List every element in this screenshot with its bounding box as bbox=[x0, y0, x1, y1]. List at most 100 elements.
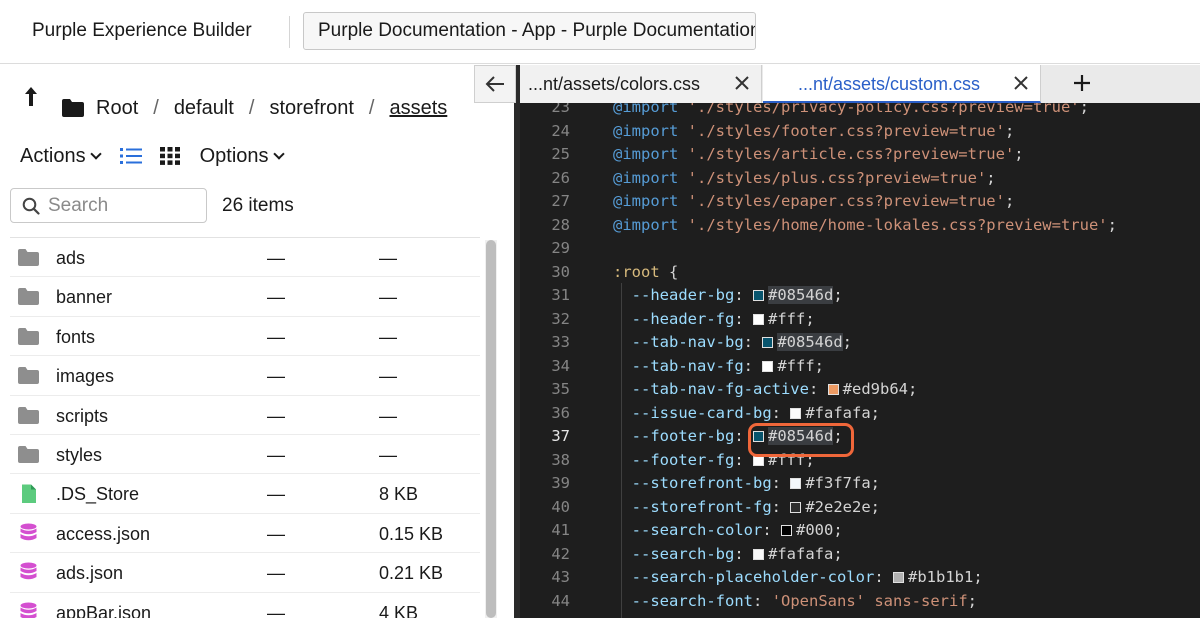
code-line[interactable]: 23 @import './styles/privacy-policy.css?p… bbox=[520, 103, 1200, 119]
item-count: 26 items bbox=[222, 195, 294, 216]
file-size: — bbox=[379, 287, 397, 308]
line-source: --search-font: 'OpenSans' sans-serif; bbox=[631, 591, 977, 610]
folder-icon bbox=[18, 406, 39, 424]
line-number: 37 bbox=[551, 427, 570, 445]
breadcrumb-separator: / bbox=[248, 96, 255, 119]
code-line[interactable]: 27 @import './styles/epaper.css?preview=t… bbox=[520, 189, 1200, 213]
file-row[interactable]: ads.json — 0.21 KB bbox=[10, 553, 480, 593]
breadcrumb-default[interactable]: default bbox=[174, 97, 234, 120]
color-swatch bbox=[790, 478, 802, 489]
tab-label: ...nt/assets/custom.css bbox=[798, 74, 981, 94]
tab-custom-css[interactable]: ...nt/assets/custom.css bbox=[763, 65, 1041, 103]
line-source: @import './styles/home/home-lokales.css?… bbox=[613, 215, 1117, 234]
code-line[interactable]: 44 --search-font: 'OpenSans' sans-serif; bbox=[520, 589, 1200, 613]
code-line[interactable]: 30:root { bbox=[520, 260, 1200, 284]
file-name: ads.json bbox=[56, 563, 124, 584]
line-source: @import './styles/plus.css?preview=true'… bbox=[613, 168, 996, 187]
collapse-editor-button[interactable] bbox=[474, 65, 516, 103]
file-row[interactable]: access.json — 0.15 KB bbox=[10, 514, 480, 554]
line-number: 39 bbox=[551, 474, 570, 492]
file-modified: — bbox=[267, 248, 285, 268]
color-swatch bbox=[762, 360, 774, 372]
breadcrumb-root[interactable]: Root bbox=[96, 97, 138, 120]
code-line[interactable]: 35 --tab-nav-fg-active: #ed9b64; bbox=[520, 377, 1200, 401]
navigate-up-icon[interactable] bbox=[20, 84, 42, 110]
code-line[interactable]: 40 --storefront-fg: #2e2e2e; bbox=[520, 495, 1200, 519]
line-number: 42 bbox=[551, 544, 570, 563]
line-number: 40 bbox=[551, 497, 570, 516]
line-source: --tab-nav-bg: #08546d; bbox=[631, 333, 853, 351]
file-row[interactable]: images — — bbox=[10, 356, 480, 396]
list-view-icon[interactable] bbox=[119, 147, 142, 165]
file-row[interactable]: .DS_Store — 8 KB bbox=[10, 474, 480, 514]
breadcrumb: Root / default / storefront / assets bbox=[62, 95, 447, 121]
options-label: Options bbox=[199, 144, 269, 167]
close-icon[interactable] bbox=[1013, 75, 1029, 91]
line-source: @import './styles/epaper.css?preview=tru… bbox=[613, 192, 1015, 210]
file-row[interactable]: ads — — bbox=[10, 238, 480, 278]
file-row[interactable]: styles — — bbox=[10, 435, 480, 475]
file-list-scrollbar[interactable] bbox=[485, 240, 497, 618]
file-row[interactable]: banner — — bbox=[10, 277, 480, 317]
app-title: Purple Experience Builder bbox=[32, 20, 252, 41]
line-number: 30 bbox=[551, 262, 570, 281]
app-switcher-button[interactable]: Purple Documentation - App - Purple Docu… bbox=[303, 12, 756, 50]
file-modified: — bbox=[267, 444, 285, 465]
file-modified: — bbox=[267, 366, 285, 387]
code-line[interactable]: 41 --search-color: #000; bbox=[520, 518, 1200, 542]
search-input[interactable] bbox=[48, 193, 198, 219]
actions-dropdown[interactable]: Actions bbox=[20, 145, 102, 168]
code-line[interactable]: 39 --storefront-bg: #f3f7fa; bbox=[520, 471, 1200, 495]
line-number: 35 bbox=[551, 380, 570, 398]
header-divider bbox=[289, 16, 290, 48]
close-icon[interactable] bbox=[734, 75, 750, 91]
code-line[interactable]: 33 --tab-nav-bg: #08546d; bbox=[520, 330, 1200, 354]
file-row[interactable]: appBar.json — 4 KB bbox=[10, 593, 480, 618]
color-swatch bbox=[762, 337, 774, 348]
search-field[interactable] bbox=[10, 188, 207, 223]
file-size: — bbox=[379, 326, 397, 347]
code-line[interactable]: 34 --tab-nav-fg: #fff; bbox=[520, 354, 1200, 378]
grid-view-icon[interactable] bbox=[159, 147, 180, 165]
file-modified: — bbox=[267, 523, 285, 544]
line-number: 25 bbox=[551, 145, 570, 163]
breadcrumb-storefront[interactable]: storefront bbox=[269, 97, 353, 120]
code-area[interactable]: 23 @import './styles/privacy-policy.css?p… bbox=[520, 103, 1200, 618]
code-line[interactable]: 24 @import './styles/footer.css?preview=t… bbox=[520, 119, 1200, 143]
color-swatch bbox=[753, 313, 765, 325]
code-line[interactable]: 37 --footer-bg: #08546d; bbox=[520, 424, 1200, 448]
code-line[interactable]: 42 --search-bg: #fafafa; bbox=[520, 542, 1200, 566]
line-number: 24 bbox=[551, 121, 570, 140]
line-source: --footer-bg: #08546d; bbox=[631, 427, 843, 445]
line-source: --search-bg: #fafafa; bbox=[631, 544, 843, 563]
code-line[interactable]: 26 @import './styles/plus.css?preview=tru… bbox=[520, 166, 1200, 190]
file-row[interactable]: fonts — — bbox=[10, 317, 480, 357]
breadcrumb-assets[interactable]: assets bbox=[389, 97, 447, 120]
code-line[interactable]: 28 @import './styles/home/home-lokales.cs… bbox=[520, 213, 1200, 237]
code-line[interactable]: 36 --issue-card-bg: #fafafa; bbox=[520, 401, 1200, 425]
file-name: .DS_Store bbox=[56, 484, 140, 505]
file-name: appBar.json bbox=[56, 602, 152, 618]
color-swatch bbox=[753, 290, 765, 301]
code-line[interactable]: 32 --header-fg: #fff; bbox=[520, 307, 1200, 331]
add-tab-icon[interactable] bbox=[1071, 72, 1093, 94]
file-modified: — bbox=[267, 602, 285, 618]
file-row[interactable]: scripts — — bbox=[10, 396, 480, 435]
code-line[interactable]: 43 --search-placeholder-color: #b1b1b1; bbox=[520, 565, 1200, 589]
color-swatch bbox=[753, 431, 765, 442]
tab-colors-css[interactable]: ...nt/assets/colors.css bbox=[520, 65, 762, 103]
color-swatch bbox=[753, 548, 765, 560]
folder-icon bbox=[18, 367, 39, 385]
search-icon bbox=[22, 197, 40, 215]
code-line[interactable]: 31 --header-bg: #08546d; bbox=[520, 283, 1200, 307]
options-dropdown[interactable]: Options bbox=[199, 144, 285, 168]
code-line[interactable]: 38 --footer-fg: #fff; bbox=[520, 448, 1200, 472]
line-number: 38 bbox=[551, 450, 570, 469]
code-line[interactable]: 25 @import './styles/article.css?preview=… bbox=[520, 142, 1200, 166]
scrollbar-thumb[interactable] bbox=[486, 240, 496, 618]
folder-icon bbox=[18, 288, 39, 306]
code-line[interactable]: 29 bbox=[520, 236, 1200, 260]
file-name: styles bbox=[56, 444, 103, 465]
file-modified: — bbox=[267, 563, 285, 584]
file-size: 4 KB bbox=[379, 602, 419, 618]
